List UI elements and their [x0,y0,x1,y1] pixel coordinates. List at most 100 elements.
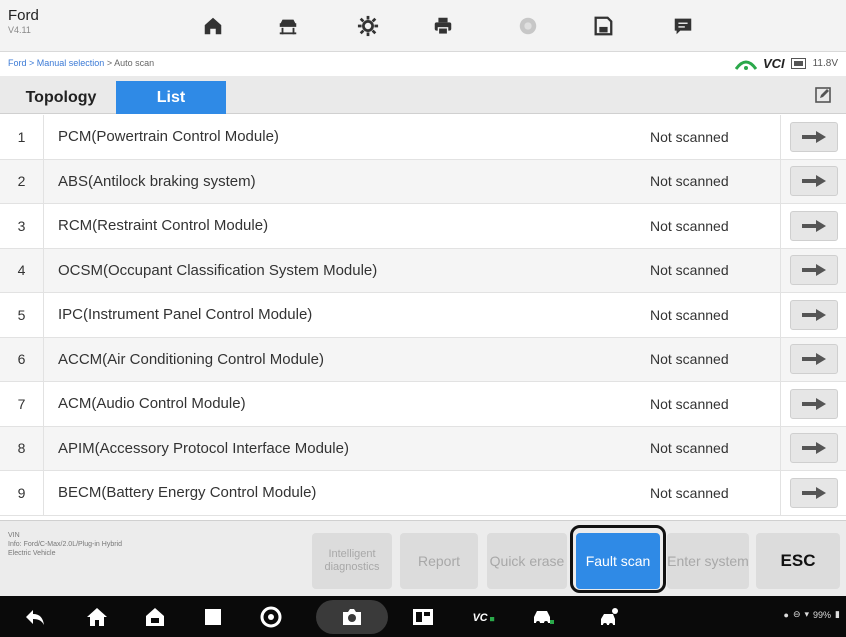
car-home-icon[interactable] [142,604,168,630]
vehicle-lift-icon[interactable] [255,6,321,46]
tab-list[interactable]: List [116,81,226,114]
breadcrumb: Ford > Manual selection > Auto scan [8,58,154,68]
svg-text:VC: VC [473,612,488,624]
vehicle-info-line: Info: Ford/C-Max/2.0L/Plug-in Hybrid [8,541,122,548]
row-number: 9 [0,471,44,515]
home-icon[interactable] [180,6,246,46]
recent-apps-icon[interactable] [200,604,226,630]
vci-label: VCI [762,56,785,71]
module-list: 1 PCM(Powertrain Control Module) Not sca… [0,115,846,520]
table-row[interactable]: 9 BECM(Battery Energy Control Module) No… [0,471,846,516]
vci-logo: VCI [763,56,785,71]
row-number: 8 [0,426,44,470]
enter-system-button: Enter system [667,533,749,589]
tab-bar: Topology List [0,76,846,114]
gear-icon[interactable] [335,6,401,46]
row-number: 1 [0,115,44,159]
enter-module-button[interactable] [789,121,838,152]
multi-window-icon[interactable] [410,604,436,630]
arrow-right-icon [801,130,826,143]
table-row[interactable]: 2 ABS(Antilock braking system) Not scann… [0,159,846,204]
table-row[interactable]: 1 PCM(Powertrain Control Module) Not sca… [0,115,846,160]
wifi-icon: ▾ [804,609,810,619]
enter-module-button[interactable] [789,433,838,464]
enter-module-button[interactable] [789,299,838,330]
report-button: Report [400,533,478,589]
location-icon: ● [783,609,789,620]
brand: Ford V4.11 [8,7,39,35]
action-bar: VIN Info: Ford/C-Max/2.0L/Plug-in Hybrid… [0,520,846,596]
signal-icon [734,60,757,70]
module-name: ACCM(Air Conditioning Control Module) [58,350,324,368]
dnd-icon: ⊖ [792,609,801,619]
row-number: 3 [0,204,44,248]
enter-module-button[interactable] [789,255,838,286]
home-icon[interactable] [84,604,110,630]
scan-status: Not scanned [650,484,729,501]
enter-module-button[interactable] [789,210,838,241]
printer-icon[interactable] [410,6,476,46]
user-car-icon[interactable] [598,604,624,630]
breadcrumb-link[interactable]: Ford > Manual selection [8,58,104,68]
vin-label: VIN [8,532,20,539]
enter-module-button[interactable] [789,477,838,508]
module-name: BECM(Battery Energy Control Module) [58,484,317,502]
table-row[interactable]: 8 APIM(Accessory Protocol Interface Modu… [0,426,846,471]
scan-status: Not scanned [650,217,729,234]
scan-status: Not scanned [650,395,729,412]
camera-icon [495,6,561,46]
module-name: RCM(Restraint Control Module) [58,217,269,235]
row-number: 4 [0,248,44,292]
voltage-readout: 11.8V [812,58,838,69]
back-icon[interactable] [22,604,48,630]
scan-status: Not scanned [650,351,729,368]
arrow-right-icon [801,442,826,455]
edit-icon[interactable] [814,86,832,104]
arrow-right-icon [801,219,826,232]
esc-button[interactable]: ESC [756,533,840,589]
status-tray: ● ⊖ ▾ 99% ▮ [784,609,840,620]
arrow-right-icon [801,175,826,188]
remote-car-icon[interactable] [530,604,556,630]
row-number: 6 [0,337,44,381]
vehicle-info-line: Electric Vehicle [8,550,56,557]
enter-module-button[interactable] [789,344,838,375]
table-row[interactable]: 6 ACCM(Air Conditioning Control Module) … [0,337,846,382]
save-icon[interactable] [570,6,636,46]
scan-status: Not scanned [650,173,729,190]
table-row[interactable]: 4 OCSM(Occupant Classification System Mo… [0,248,846,293]
module-name: ABS(Antilock braking system) [58,172,256,190]
vci-manager-icon[interactable]: VC [464,604,504,630]
row-number: 7 [0,382,44,426]
battery-icon: ▮ [835,609,840,619]
module-name: ACM(Audio Control Module) [58,395,246,413]
quick-erase-button: Quick erase [487,533,567,589]
arrow-right-icon [801,486,826,499]
top-toolbar: Ford V4.11 [0,0,846,52]
enter-module-button[interactable] [789,388,838,419]
intelligent-diagnostics-button: Intelligent diagnostics [312,533,392,589]
table-row[interactable]: 7 ACM(Audio Control Module) Not scanned [0,382,846,427]
vehicle-info: VIN Info: Ford/C-Max/2.0L/Plug-in Hybrid… [8,531,122,558]
table-row[interactable]: 3 RCM(Restraint Control Module) Not scan… [0,204,846,249]
scan-status: Not scanned [650,306,729,323]
module-name: OCSM(Occupant Classification System Modu… [58,261,378,279]
message-icon[interactable] [650,6,716,46]
enter-module-button[interactable] [789,166,838,197]
tab-topology[interactable]: Topology [8,81,114,114]
breadcrumb-row: Ford > Manual selection > Auto scan VCI … [0,52,846,76]
row-number: 5 [0,293,44,337]
browser-icon[interactable] [258,604,284,630]
scan-status: Not scanned [650,128,729,145]
table-row[interactable]: 5 IPC(Instrument Panel Control Module) N… [0,293,846,338]
camera-icon[interactable] [339,604,365,630]
app-version: V4.11 [8,25,31,35]
arrow-right-icon [801,397,826,410]
row-number: 2 [0,159,44,203]
brand-name: Ford [8,7,39,24]
vci-status: VCI 11.8V [734,56,838,71]
scan-status: Not scanned [650,262,729,279]
arrow-right-icon [801,264,826,277]
module-name: APIM(Accessory Protocol Interface Module… [58,439,349,457]
breadcrumb-current: > Auto scan [104,58,155,68]
